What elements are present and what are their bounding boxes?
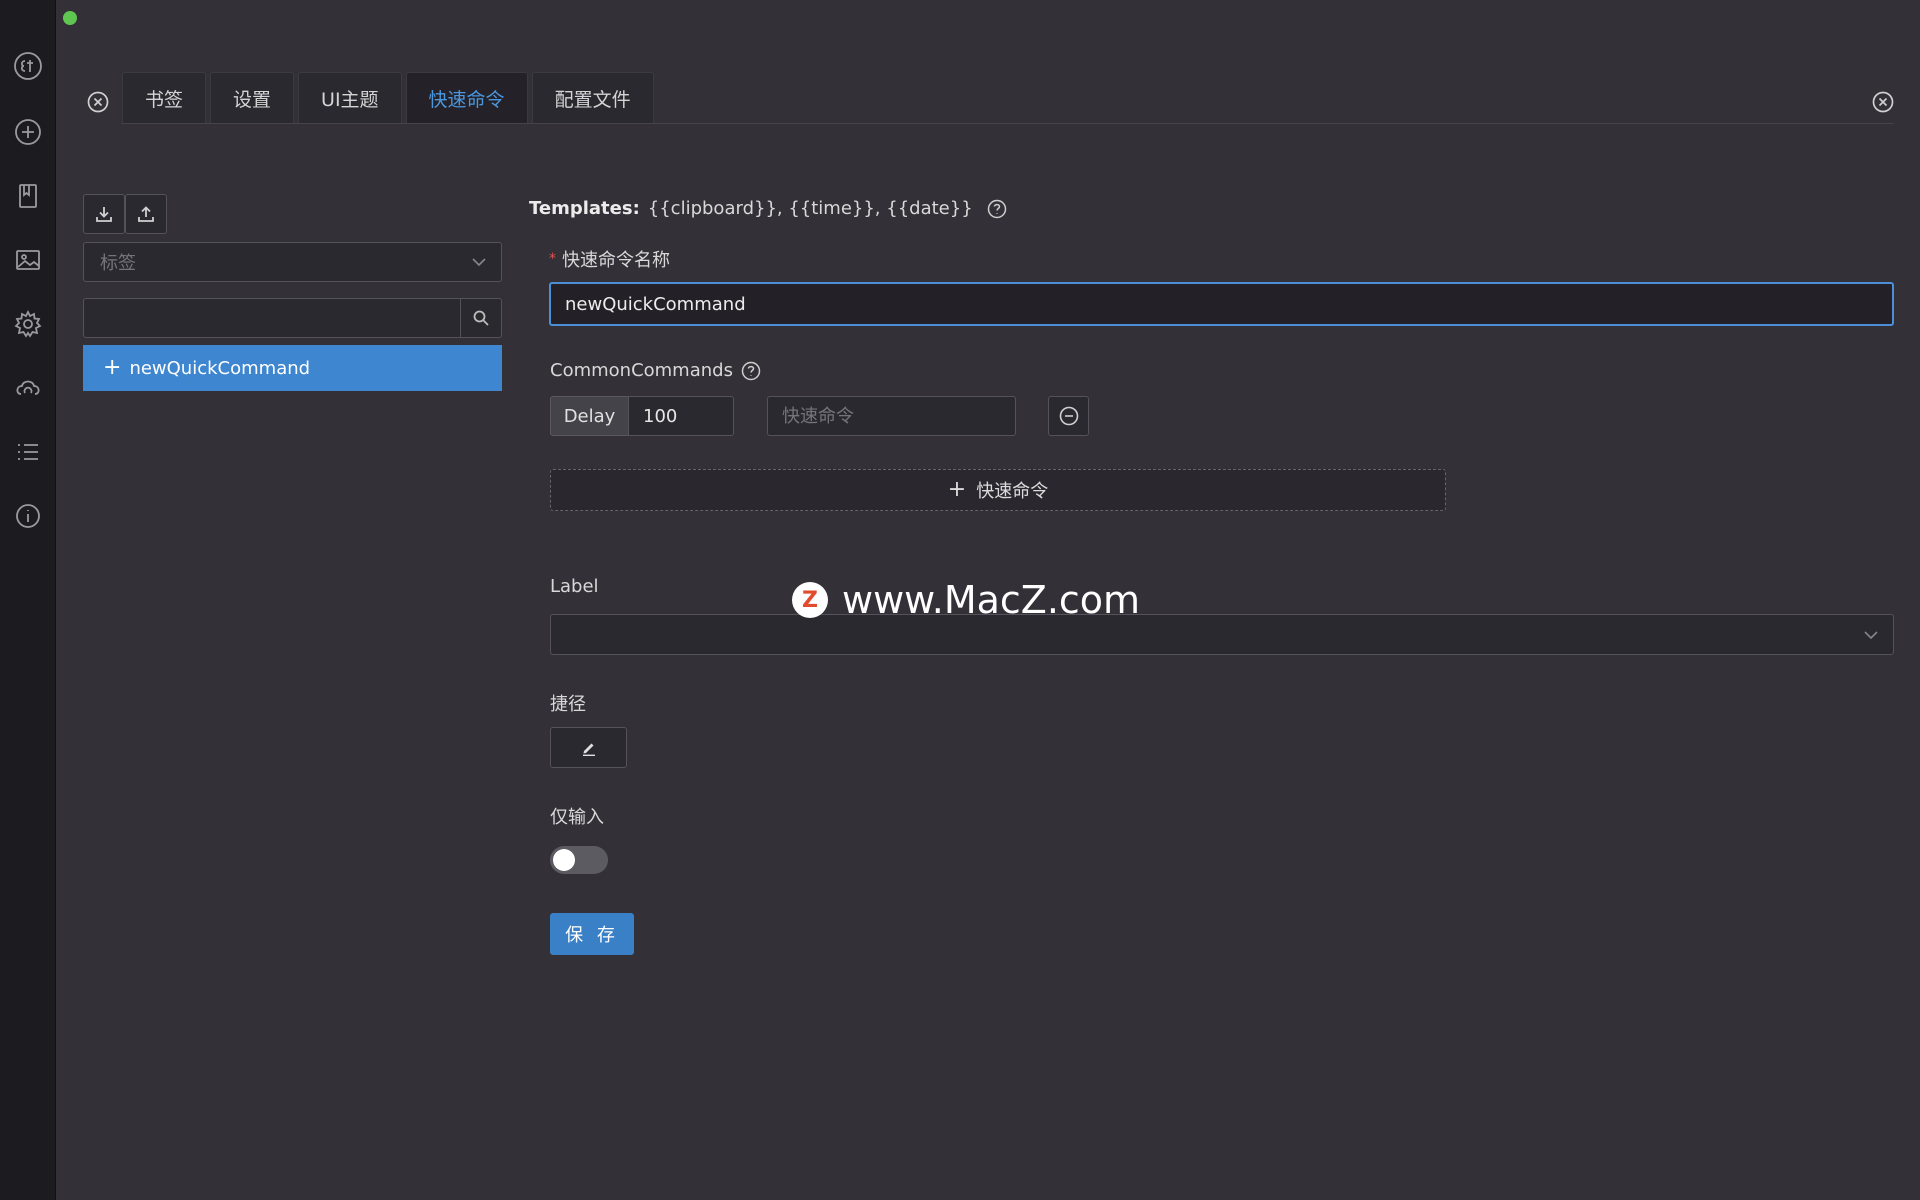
sidebar-rail xyxy=(0,0,56,1200)
tag-select-placeholder: 标签 xyxy=(100,253,136,274)
command-name-input[interactable] xyxy=(549,282,1894,326)
tab-bar: 书签 设置 UI主题 快速命令 配置文件 xyxy=(122,72,654,124)
input-only-label: 仅输入 xyxy=(550,807,604,828)
help-icon[interactable] xyxy=(741,361,761,381)
close-tabs-icon[interactable] xyxy=(86,90,110,114)
upload-icon xyxy=(138,206,154,222)
add-icon[interactable] xyxy=(10,114,46,150)
maximize-window-button[interactable] xyxy=(63,11,77,25)
watermark-text: www.MacZ.com xyxy=(842,578,1141,622)
templates-value: {{clipboard}}, {{time}}, {{date}} xyxy=(647,198,973,219)
templates-hint: Templates: {{clipboard}}, {{time}}, {{da… xyxy=(529,198,1007,219)
search-icon xyxy=(473,310,489,326)
info-icon[interactable] xyxy=(10,498,46,534)
chevron-down-icon xyxy=(1863,627,1879,643)
required-mark: * xyxy=(549,251,556,267)
common-commands-label: CommonCommands xyxy=(550,360,761,381)
list-item-label: newQuickCommand xyxy=(129,357,311,379)
image-icon[interactable] xyxy=(10,242,46,278)
bookmark-icon[interactable] xyxy=(10,178,46,214)
minus-circle-icon xyxy=(1059,406,1078,426)
delay-input[interactable] xyxy=(628,396,734,436)
help-icon[interactable] xyxy=(987,199,1007,219)
import-button[interactable] xyxy=(83,194,125,234)
tab-divider xyxy=(122,123,1894,124)
save-button[interactable]: 保 存 xyxy=(550,913,634,955)
list-item[interactable]: + newQuickCommand xyxy=(83,345,502,391)
tag-select[interactable]: 标签 xyxy=(83,242,502,282)
delay-addon-label: Delay xyxy=(550,396,629,436)
export-button[interactable] xyxy=(125,194,167,234)
add-command-button[interactable]: + 快速命令 xyxy=(550,469,1446,511)
plus-icon: + xyxy=(103,355,122,380)
watermark: Z www.MacZ.com xyxy=(792,578,1140,622)
tab-ui-theme[interactable]: UI主题 xyxy=(298,72,402,124)
common-commands-label-text: CommonCommands xyxy=(550,360,733,381)
shortcut-label: 捷径 xyxy=(550,694,586,715)
pencil-icon xyxy=(582,743,595,756)
label-field-label: Label xyxy=(550,576,599,597)
download-icon xyxy=(96,207,112,222)
name-label-text: 快速命令名称 xyxy=(562,250,670,271)
remove-command-button[interactable] xyxy=(1048,396,1089,436)
search-box xyxy=(83,298,502,338)
tab-bookmarks[interactable]: 书签 xyxy=(122,72,207,124)
cloud-sync-icon[interactable] xyxy=(10,370,46,406)
tab-settings[interactable]: 设置 xyxy=(210,72,295,124)
input-only-toggle[interactable] xyxy=(550,846,608,874)
chevron-down-icon xyxy=(471,254,487,270)
tab-profiles[interactable]: 配置文件 xyxy=(531,72,654,124)
watermark-logo: Z xyxy=(792,582,828,618)
edit-shortcut-button[interactable] xyxy=(550,727,627,768)
gear-icon[interactable] xyxy=(10,306,46,342)
tab-quick-commands[interactable]: 快速命令 xyxy=(405,72,528,124)
plus-icon: + xyxy=(947,477,967,502)
app-logo-icon[interactable] xyxy=(10,48,46,84)
command-input[interactable] xyxy=(767,396,1016,436)
templates-label: Templates: xyxy=(529,198,640,219)
search-button[interactable] xyxy=(460,299,501,337)
name-field-label: * 快速命令名称 xyxy=(549,246,670,272)
toggle-knob xyxy=(553,849,575,871)
list-icon[interactable] xyxy=(10,434,46,470)
add-command-label: 快速命令 xyxy=(976,481,1049,502)
label-select[interactable] xyxy=(550,614,1894,655)
close-panel-icon[interactable] xyxy=(1871,90,1895,114)
search-input[interactable] xyxy=(84,299,461,337)
